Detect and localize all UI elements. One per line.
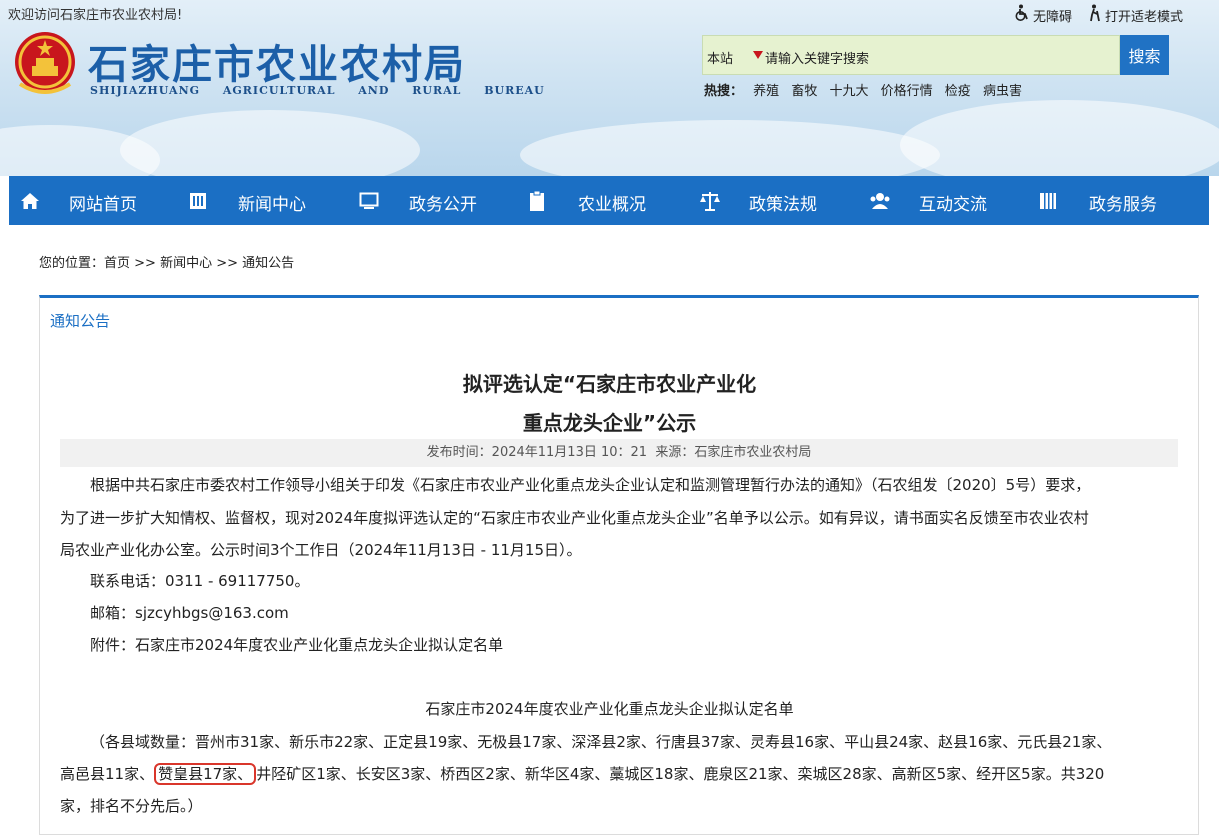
nav-item-interaction[interactable]: 互动交流 (859, 176, 1019, 225)
wheelchair-icon (1013, 4, 1031, 26)
clipboard-icon (530, 190, 544, 211)
search-box: 本站 请输入关键字搜索 (702, 35, 1120, 75)
contact-email: 邮箱：sjzcyhbgs@163.com (90, 604, 289, 622)
main-nav: 网站首页 新闻中心 政务公开 农业概况 政策法规 互动交流 政务服务 (9, 176, 1209, 225)
county-count-text: 高邑县11家、 (60, 765, 155, 783)
hot-keyword[interactable]: 检疫 (945, 84, 971, 99)
hot-keyword[interactable]: 病虫害 (983, 84, 1022, 99)
search-button[interactable]: 搜索 (1120, 35, 1169, 75)
hot-keyword[interactable]: 十九大 (829, 84, 868, 99)
article-paragraph: 根据中共石家庄市委农村工作领导小组关于印发《石家庄市农业产业化重点龙头企业认定和… (90, 476, 1091, 494)
site-logo-text: 石家庄市农业农村局 (88, 41, 466, 88)
news-icon (190, 193, 206, 209)
site-logo-english: SHIJIAZHUANG AGRICULTURAL AND RURAL BURE… (90, 84, 545, 97)
nav-item-services[interactable]: 政务服务 (1029, 176, 1199, 225)
hot-search: 热搜： 养殖 畜牧 十九大 价格行情 检疫 病虫害 (704, 80, 1030, 99)
list-title: 石家庄市2024年度农业产业化重点龙头企业拟认定名单 (425, 700, 794, 718)
nav-item-policy[interactable]: 政策法规 (689, 176, 849, 225)
home-icon (21, 193, 39, 209)
breadcrumb: 您的位置：首页 >> 新闻中心 >> 通知公告 (39, 252, 294, 271)
nav-label: 政务服务 (1089, 195, 1157, 215)
highlighted-county: 赞皇县17家、 (154, 763, 257, 785)
nav-label: 新闻中心 (238, 195, 306, 215)
scales-icon (700, 192, 720, 211)
cloud-decoration (120, 110, 420, 176)
breadcrumb-separator: >> (212, 256, 243, 271)
dropdown-triangle-icon[interactable] (753, 51, 763, 59)
article-title-line1: 拟评选认定“石家庄市农业产业化 (462, 372, 757, 396)
nav-label: 政策法规 (749, 195, 817, 215)
contact-phone: 联系电话：0311 - 69117750。 (90, 572, 310, 590)
accessibility-link[interactable]: 无障碍 (1013, 4, 1072, 26)
hot-keyword[interactable]: 养殖 (753, 84, 779, 99)
breadcrumb-separator: >> (130, 256, 161, 271)
breadcrumb-notice[interactable]: 通知公告 (242, 256, 294, 271)
nav-label: 政务公开 (409, 195, 477, 215)
nav-item-news[interactable]: 新闻中心 (179, 176, 339, 225)
article-title-line2: 重点龙头企业”公示 (522, 411, 697, 435)
nav-item-government[interactable]: 政务公开 (349, 176, 509, 225)
search-input[interactable]: 请输入关键字搜索 (765, 48, 869, 67)
grid-icon (1040, 193, 1056, 209)
panel-title[interactable]: 通知公告 (50, 310, 110, 331)
nav-label: 网站首页 (69, 195, 137, 215)
hot-keyword[interactable]: 畜牧 (791, 84, 817, 99)
cloud-decoration (900, 100, 1219, 176)
county-count-text: 井陉矿区1家、长安区3家、桥西区2家、新华区4家、藁城区18家、鹿泉区21家、栾… (256, 765, 1105, 783)
county-counts: （各县域数量：晋州市31家、新乐市22家、正定县19家、无极县17家、深泽县2家… (90, 733, 1112, 751)
nav-label: 农业概况 (578, 195, 646, 215)
cloud-decoration (520, 120, 940, 176)
county-counts: 家，排名不分先后。） (60, 797, 203, 815)
national-emblem-logo (12, 28, 78, 100)
article-paragraph: 为了进一步扩大知情权、监督权，现对2024年度拟评选认定的“石家庄市农业产业化重… (60, 509, 1089, 527)
search-scope[interactable]: 本站 (707, 48, 733, 67)
hot-search-label: 热搜： (704, 84, 744, 99)
users-icon (870, 193, 890, 209)
elder-mode-link[interactable]: 打开适老模式 (1087, 4, 1183, 26)
article-meta: 发布时间：2024年11月13日 10：21 来源：石家庄市农业农村局 (60, 439, 1178, 467)
nav-item-home[interactable]: 网站首页 (9, 176, 169, 225)
elder-mode-label: 打开适老模式 (1105, 9, 1184, 25)
breadcrumb-prefix: 您的位置： (39, 256, 105, 271)
monitor-icon (359, 192, 379, 209)
elder-icon (1087, 4, 1103, 26)
breadcrumb-news[interactable]: 新闻中心 (160, 256, 212, 271)
site-header: 欢迎访问石家庄市农业农村局! 无障碍 打开适老模式 石家庄市农业农村局 SHIJ… (0, 0, 1219, 176)
breadcrumb-home[interactable]: 首页 (104, 256, 130, 271)
article-paragraph: 局农业产业化办公室。公示时间3个工作日（2024年11月13日 - 11月15日… (60, 541, 582, 559)
accessibility-label: 无障碍 (1033, 9, 1073, 25)
attachment-link[interactable]: 附件：石家庄市2024年度农业产业化重点龙头企业拟认定名单 (90, 634, 503, 655)
welcome-text: 欢迎访问石家庄市农业农村局! (8, 8, 183, 23)
county-counts: 高邑县11家、 赞皇县17家、 井陉矿区1家、长安区3家、桥西区2家、新华区4家、藁… (60, 763, 1105, 785)
nav-label: 互动交流 (919, 195, 987, 215)
nav-item-overview[interactable]: 农业概况 (519, 176, 679, 225)
hot-keyword[interactable]: 价格行情 (881, 84, 933, 99)
